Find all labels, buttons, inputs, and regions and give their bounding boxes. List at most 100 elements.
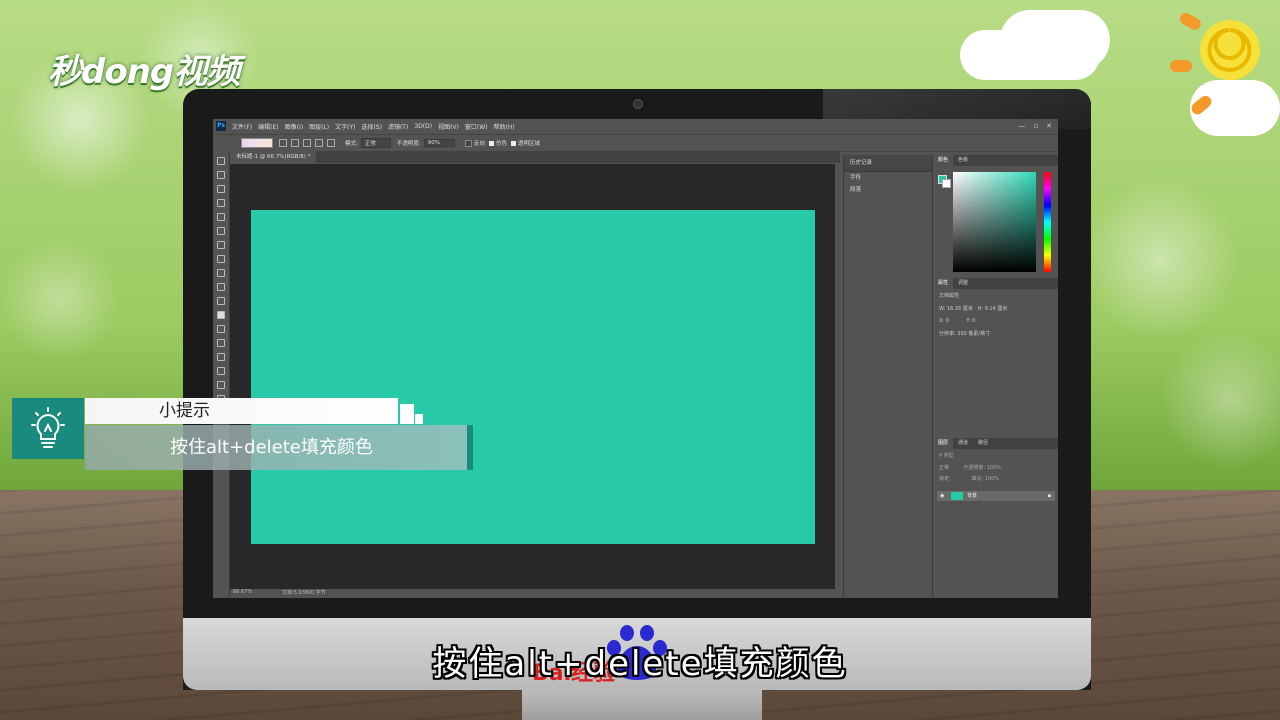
menu-edit[interactable]: 编辑(E) xyxy=(258,122,278,131)
layer-opacity[interactable]: 不透明度: 100% xyxy=(963,465,1001,471)
properties-title: 文档属性 xyxy=(939,293,960,299)
properties-tabs: 属性 调整 xyxy=(933,278,1058,289)
tip-decoration xyxy=(400,404,414,424)
menu-help[interactable]: 帮助(H) xyxy=(494,122,515,131)
menu-file[interactable]: 文件(F) xyxy=(232,122,252,131)
crop-tool-icon[interactable] xyxy=(217,213,225,221)
gradient-tool-icon[interactable] xyxy=(217,311,225,319)
tip-body: 按住alt+delete填充颜色 xyxy=(85,425,467,470)
history-brush-tool-icon[interactable] xyxy=(217,283,225,291)
layer-blend-select[interactable]: 正常 xyxy=(939,465,949,471)
marquee-tool-icon[interactable] xyxy=(217,171,225,179)
menu-3d[interactable]: 3D(D) xyxy=(414,123,432,130)
radial-gradient-icon[interactable] xyxy=(291,139,299,147)
opacity-input[interactable]: 90% xyxy=(423,139,455,147)
path-select-tool-icon[interactable] xyxy=(217,381,225,389)
status-bar: 66.67% 文档:5.93M/0 字节 xyxy=(230,589,843,598)
layer-row-background[interactable]: ◉ 背景 ▪ xyxy=(937,491,1055,501)
character-panel-item[interactable]: 字符 xyxy=(844,172,932,184)
tip-decoration xyxy=(415,414,423,424)
position-row: X: 0 Y: 0 xyxy=(933,315,1058,327)
mode-label: 模式: xyxy=(345,141,358,147)
opacity-label: 不透明度: xyxy=(396,141,421,147)
gradient-swatch[interactable] xyxy=(241,138,273,148)
menu-layer[interactable]: 图层(L) xyxy=(309,122,329,131)
tip-title: 小提示 xyxy=(85,398,398,424)
eyedropper-tool-icon[interactable] xyxy=(217,227,225,235)
lightbulb-icon xyxy=(12,398,84,459)
transparency-label: 透明区域 xyxy=(518,141,541,147)
dither-checkbox[interactable] xyxy=(488,140,494,146)
layers-tabs: 图层 通道 路径 xyxy=(933,438,1058,449)
resolution-value: 分辨率: 300 像素/英寸 xyxy=(939,331,991,337)
eye-icon[interactable]: ◉ xyxy=(940,491,944,501)
hue-slider[interactable] xyxy=(1044,172,1051,272)
menu-select[interactable]: 选择(S) xyxy=(361,122,382,131)
brand-logo: 秒dong视频 xyxy=(48,52,240,92)
menu-view[interactable]: 视图(V) xyxy=(438,122,459,131)
tab-properties[interactable]: 属性 xyxy=(933,278,954,289)
blur-tool-icon[interactable] xyxy=(217,325,225,333)
canvas-area xyxy=(230,164,835,589)
menu-filter[interactable]: 滤镜(T) xyxy=(388,122,408,131)
layer-kind-filter[interactable]: P 类型 xyxy=(939,453,954,459)
document-tab-bar: 未标题-1 @ 66.7%(RGB/8) * xyxy=(230,151,840,163)
paragraph-panel-item[interactable]: 段落 xyxy=(844,184,932,196)
tab-color[interactable]: 颜色 xyxy=(933,155,954,166)
doc-size: 文档:5.93M/0 字节 xyxy=(282,590,326,596)
right-panels: 颜色 色板 属性 调整 文档属性 W: 16.26 厘米 H: 9.14 厘米 … xyxy=(932,155,1058,597)
properties-panel: 属性 调整 文档属性 W: 16.26 厘米 H: 9.14 厘米 X: 0 Y… xyxy=(933,278,1058,430)
color-picker-field[interactable] xyxy=(953,172,1036,272)
layer-fill[interactable]: 填充: 100% xyxy=(971,476,999,482)
reflected-gradient-icon[interactable] xyxy=(315,139,323,147)
tip-accent-bar xyxy=(467,425,473,470)
menu-type[interactable]: 文字(Y) xyxy=(335,122,355,131)
healing-tool-icon[interactable] xyxy=(217,241,225,249)
pen-tool-icon[interactable] xyxy=(217,353,225,361)
lock-icon: ▪ xyxy=(1047,493,1051,499)
linear-gradient-icon[interactable] xyxy=(279,139,287,147)
type-tool-icon[interactable] xyxy=(217,367,225,375)
tab-adjustments[interactable]: 调整 xyxy=(953,278,973,289)
tab-swatches[interactable]: 色板 xyxy=(953,155,973,166)
lock-label: 锁定: xyxy=(939,476,951,482)
dodge-tool-icon[interactable] xyxy=(217,339,225,347)
size-row: W: 16.26 厘米 H: 9.14 厘米 xyxy=(933,302,1058,315)
menu-window[interactable]: 窗口(W) xyxy=(465,122,488,131)
document-tab[interactable]: 未标题-1 @ 66.7%(RGB/8) * xyxy=(230,151,317,163)
tab-layers[interactable]: 图层 xyxy=(933,438,954,449)
height-value: H: 9.14 厘米 xyxy=(977,306,1008,312)
transparency-checkbox[interactable] xyxy=(511,140,516,146)
zoom-level[interactable]: 66.67% xyxy=(233,589,252,598)
lasso-tool-icon[interactable] xyxy=(217,185,225,193)
quick-select-tool-icon[interactable] xyxy=(217,199,225,207)
close-icon[interactable]: ✕ xyxy=(1046,122,1052,130)
menu-image[interactable]: 图像(I) xyxy=(285,122,303,131)
menu-bar: Ps 文件(F) 编辑(E) 图像(I) 图层(L) 文字(Y) 选择(S) 滤… xyxy=(213,119,1058,133)
brush-tool-icon[interactable] xyxy=(217,255,225,263)
tab-paths[interactable]: 路径 xyxy=(973,438,993,449)
history-panel: 历史记录 字符 段落 xyxy=(843,155,932,597)
window-controls: — ▫ ✕ xyxy=(1018,122,1052,130)
minimize-icon[interactable]: — xyxy=(1018,122,1025,130)
document-canvas[interactable] xyxy=(251,210,815,544)
move-tool-icon[interactable] xyxy=(217,157,225,165)
diamond-gradient-icon[interactable] xyxy=(327,139,335,147)
stamp-tool-icon[interactable] xyxy=(217,269,225,277)
eraser-tool-icon[interactable] xyxy=(217,297,225,305)
x-value: X: 0 xyxy=(939,318,949,324)
webcam xyxy=(633,99,643,109)
history-tab[interactable]: 历史记录 xyxy=(844,155,932,172)
restore-icon[interactable]: ▫ xyxy=(1033,122,1038,130)
reverse-checkbox[interactable] xyxy=(464,139,472,147)
layer-thumbnail xyxy=(951,492,963,500)
mode-select[interactable]: 正常 xyxy=(360,138,391,148)
tab-channels[interactable]: 通道 xyxy=(953,438,973,449)
layer-blend-row: 正常 不透明度: 100% xyxy=(933,462,1058,473)
background-color-swatch[interactable] xyxy=(942,179,951,188)
angle-gradient-icon[interactable] xyxy=(303,139,311,147)
reverse-label: 反向 xyxy=(473,141,485,147)
tools-panel xyxy=(213,151,230,597)
dither-label: 仿色 xyxy=(495,141,507,147)
layer-filter-row: P 类型 xyxy=(933,449,1058,462)
